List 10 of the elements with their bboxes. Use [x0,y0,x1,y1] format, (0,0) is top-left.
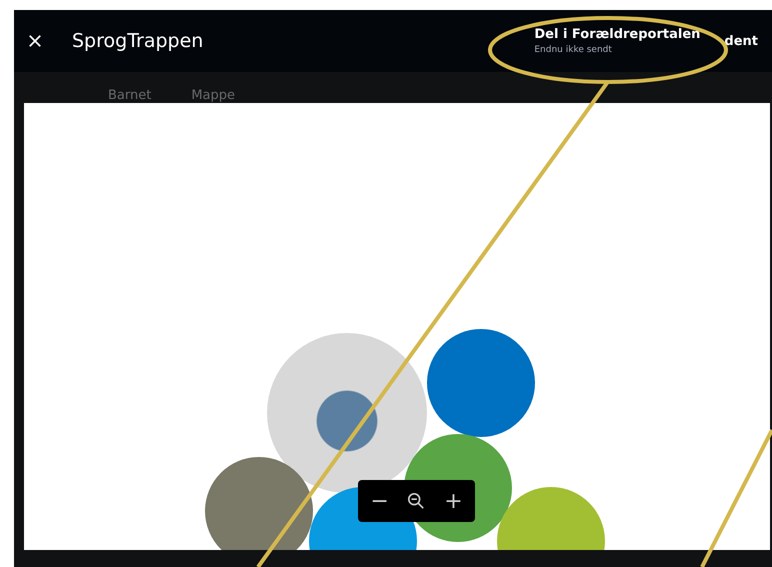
background-tab-label: Barnet [108,88,152,103]
zoom-out-button[interactable]: − [364,488,395,514]
share-status: Endnu ikke sendt [534,45,613,55]
close-icon[interactable] [28,34,42,48]
background-tab-label: Mappe [191,88,236,103]
zoom-in-button[interactable]: + [438,488,469,514]
app-title: SprogTrappen [72,30,204,52]
share-title[interactable]: Del i Forældreportalen [534,27,700,42]
zoom-reset-icon[interactable] [407,492,426,510]
header-text: dent [724,34,758,48]
